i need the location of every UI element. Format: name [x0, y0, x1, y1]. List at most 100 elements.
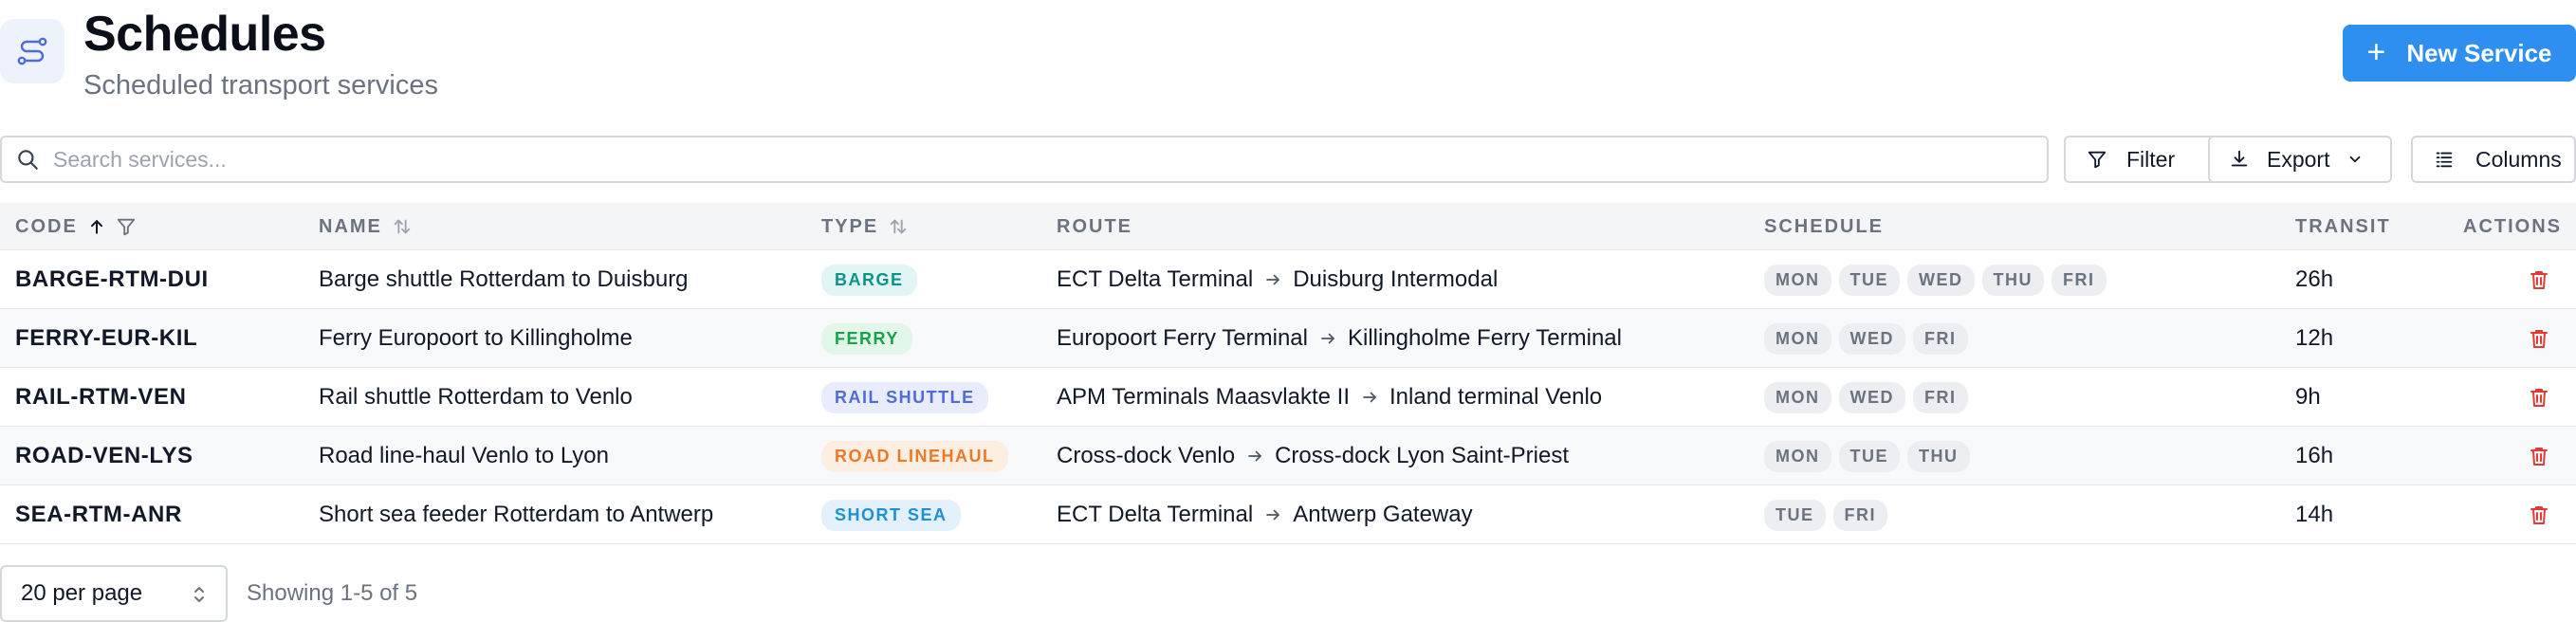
search-box	[0, 136, 2049, 183]
schedule-day-chip: MON	[1764, 440, 1831, 472]
arrow-right-icon	[1248, 450, 1261, 462]
route-origin: ECT Delta Terminal	[1057, 266, 1254, 292]
arrow-right-icon	[1266, 509, 1280, 521]
schedule-day-chip: WED	[1907, 264, 1975, 296]
column-header-type[interactable]: TYPE	[821, 203, 909, 250]
table-body: BARGE-RTM-DUI Barge shuttle Rotterdam to …	[0, 250, 2576, 544]
new-service-button[interactable]: + New Service	[2343, 25, 2576, 82]
filter-icon	[2088, 151, 2107, 169]
type-cell: FERRY	[821, 309, 912, 368]
route-origin: ECT Delta Terminal	[1057, 502, 1254, 527]
table-header: CODE NAME TYPE ROUTE SCHEDULE TRANSIT AC…	[0, 203, 2576, 250]
transit-time: 9h	[2295, 384, 2321, 410]
export-label: Export	[2267, 146, 2330, 172]
route-cell: ECT Delta Terminal Duisburg Intermodal	[1057, 250, 1498, 309]
trash-icon	[2530, 389, 2548, 407]
table-row[interactable]: ROAD-VEN-LYS Road line-haul Venlo to Lyon…	[0, 427, 2576, 485]
page-title: Schedules	[83, 7, 326, 62]
column-header-code[interactable]: CODE	[15, 203, 137, 250]
column-label: NAME	[319, 215, 382, 237]
route-destination: Inland terminal Venlo	[1389, 384, 1603, 410]
schedule-day-chip: FRI	[1913, 381, 1968, 413]
column-label: CODE	[15, 215, 78, 237]
schedule-day-chip: TUE	[1764, 499, 1826, 531]
sort-icon	[394, 219, 411, 234]
route-destination: Duisburg Intermodal	[1293, 266, 1499, 292]
delete-button[interactable]	[2528, 250, 2550, 309]
route-destination: Killingholme Ferry Terminal	[1347, 325, 1622, 351]
service-name: Short sea feeder Rotterdam to Antwerp	[319, 502, 714, 527]
schedule-cell: MON WED FRI	[1764, 309, 1968, 368]
page-header: Schedules Scheduled transport services +…	[0, 0, 2576, 114]
schedule-cell: MON TUE THU	[1764, 427, 1970, 485]
trash-icon	[2530, 271, 2548, 289]
export-button[interactable]: Export	[2208, 136, 2392, 183]
per-page-select[interactable]: 20 per page	[0, 565, 228, 622]
schedule-day-chip: FRI	[2052, 264, 2107, 296]
service-code: SEA-RTM-ANR	[15, 502, 182, 527]
schedule-cell: MON TUE WED THU FRI	[1764, 250, 2107, 309]
type-badge: FERRY	[821, 322, 912, 355]
type-badge: ROAD LINEHAUL	[821, 440, 1008, 472]
columns-icon	[2436, 152, 2453, 168]
route-icon	[0, 19, 64, 83]
page-subtitle: Scheduled transport services	[83, 70, 438, 101]
type-badge: SHORT SEA	[821, 499, 961, 531]
type-cell: RAIL SHUTTLE	[821, 368, 988, 427]
service-code: ROAD-VEN-LYS	[15, 443, 193, 468]
delete-button[interactable]	[2528, 309, 2550, 368]
chevron-up-down-icon	[194, 587, 204, 602]
column-header-name[interactable]: NAME	[319, 203, 413, 250]
route-cell: ECT Delta Terminal Antwerp Gateway	[1057, 485, 1473, 544]
columns-button[interactable]: Columns	[2411, 136, 2576, 183]
table-row[interactable]: BARGE-RTM-DUI Barge shuttle Rotterdam to …	[0, 250, 2576, 309]
sort-icon	[891, 219, 907, 234]
delete-button[interactable]	[2528, 368, 2550, 427]
schedule-cell: TUE FRI	[1764, 485, 1887, 544]
transit-time: 14h	[2295, 502, 2334, 527]
services-table: CODE NAME TYPE ROUTE SCHEDULE TRANSIT AC…	[0, 203, 2576, 544]
type-cell: BARGE	[821, 250, 917, 309]
sort-ascending-icon	[90, 220, 102, 234]
delete-button[interactable]	[2528, 427, 2550, 485]
filter-icon[interactable]	[116, 216, 137, 237]
schedule-day-chip: FRI	[1913, 322, 1968, 355]
search-input[interactable]	[53, 146, 1950, 173]
search-icon	[18, 150, 38, 170]
schedule-cell: MON WED FRI	[1764, 368, 1968, 427]
filter-label: Filter	[2126, 146, 2176, 172]
table-row[interactable]: SEA-RTM-ANR Short sea feeder Rotterdam to…	[0, 485, 2576, 544]
route-destination: Antwerp Gateway	[1293, 502, 1473, 527]
type-cell: SHORT SEA	[821, 485, 961, 544]
schedule-day-chip: FRI	[1832, 499, 1887, 531]
plus-icon: +	[2366, 34, 2386, 70]
type-badge: RAIL SHUTTLE	[821, 381, 988, 413]
route-destination: Cross-dock Lyon Saint-Priest	[1275, 443, 1569, 468]
transit-time: 12h	[2295, 325, 2334, 351]
schedule-day-chip: MON	[1764, 381, 1831, 413]
service-name: Rail shuttle Rotterdam to Venlo	[319, 384, 633, 410]
service-name: Ferry Europoort to Killingholme	[319, 325, 633, 351]
delete-button[interactable]	[2528, 485, 2550, 544]
arrow-right-icon	[1363, 392, 1376, 403]
route-origin: APM Terminals Maasvlakte II	[1057, 384, 1350, 410]
chevron-down-icon	[2350, 156, 2361, 163]
columns-label: Columns	[2475, 146, 2562, 172]
transit-time: 26h	[2295, 266, 2334, 292]
service-name: Road line-haul Venlo to Lyon	[319, 443, 609, 468]
trash-icon	[2530, 330, 2548, 348]
trash-icon	[2530, 506, 2548, 524]
per-page-value: 20 per page	[21, 580, 143, 606]
column-header-route: ROUTE	[1057, 215, 1132, 237]
route-origin: Cross-dock Venlo	[1057, 443, 1236, 468]
route-cell: Cross-dock Venlo Cross-dock Lyon Saint-Pr…	[1057, 427, 1569, 485]
download-icon	[2231, 150, 2248, 167]
table-row[interactable]: FERRY-EUR-KIL Ferry Europoort to Killingh…	[0, 309, 2576, 368]
schedule-day-chip: WED	[1838, 381, 1905, 413]
table-row[interactable]: RAIL-RTM-VEN Rail shuttle Rotterdam to Ve…	[0, 368, 2576, 427]
schedule-day-chip: MON	[1764, 264, 1831, 296]
schedule-day-chip: TUE	[1838, 264, 1900, 296]
column-header-schedule: SCHEDULE	[1764, 215, 1885, 237]
service-code: BARGE-RTM-DUI	[15, 266, 209, 292]
transit-time: 16h	[2295, 443, 2334, 468]
